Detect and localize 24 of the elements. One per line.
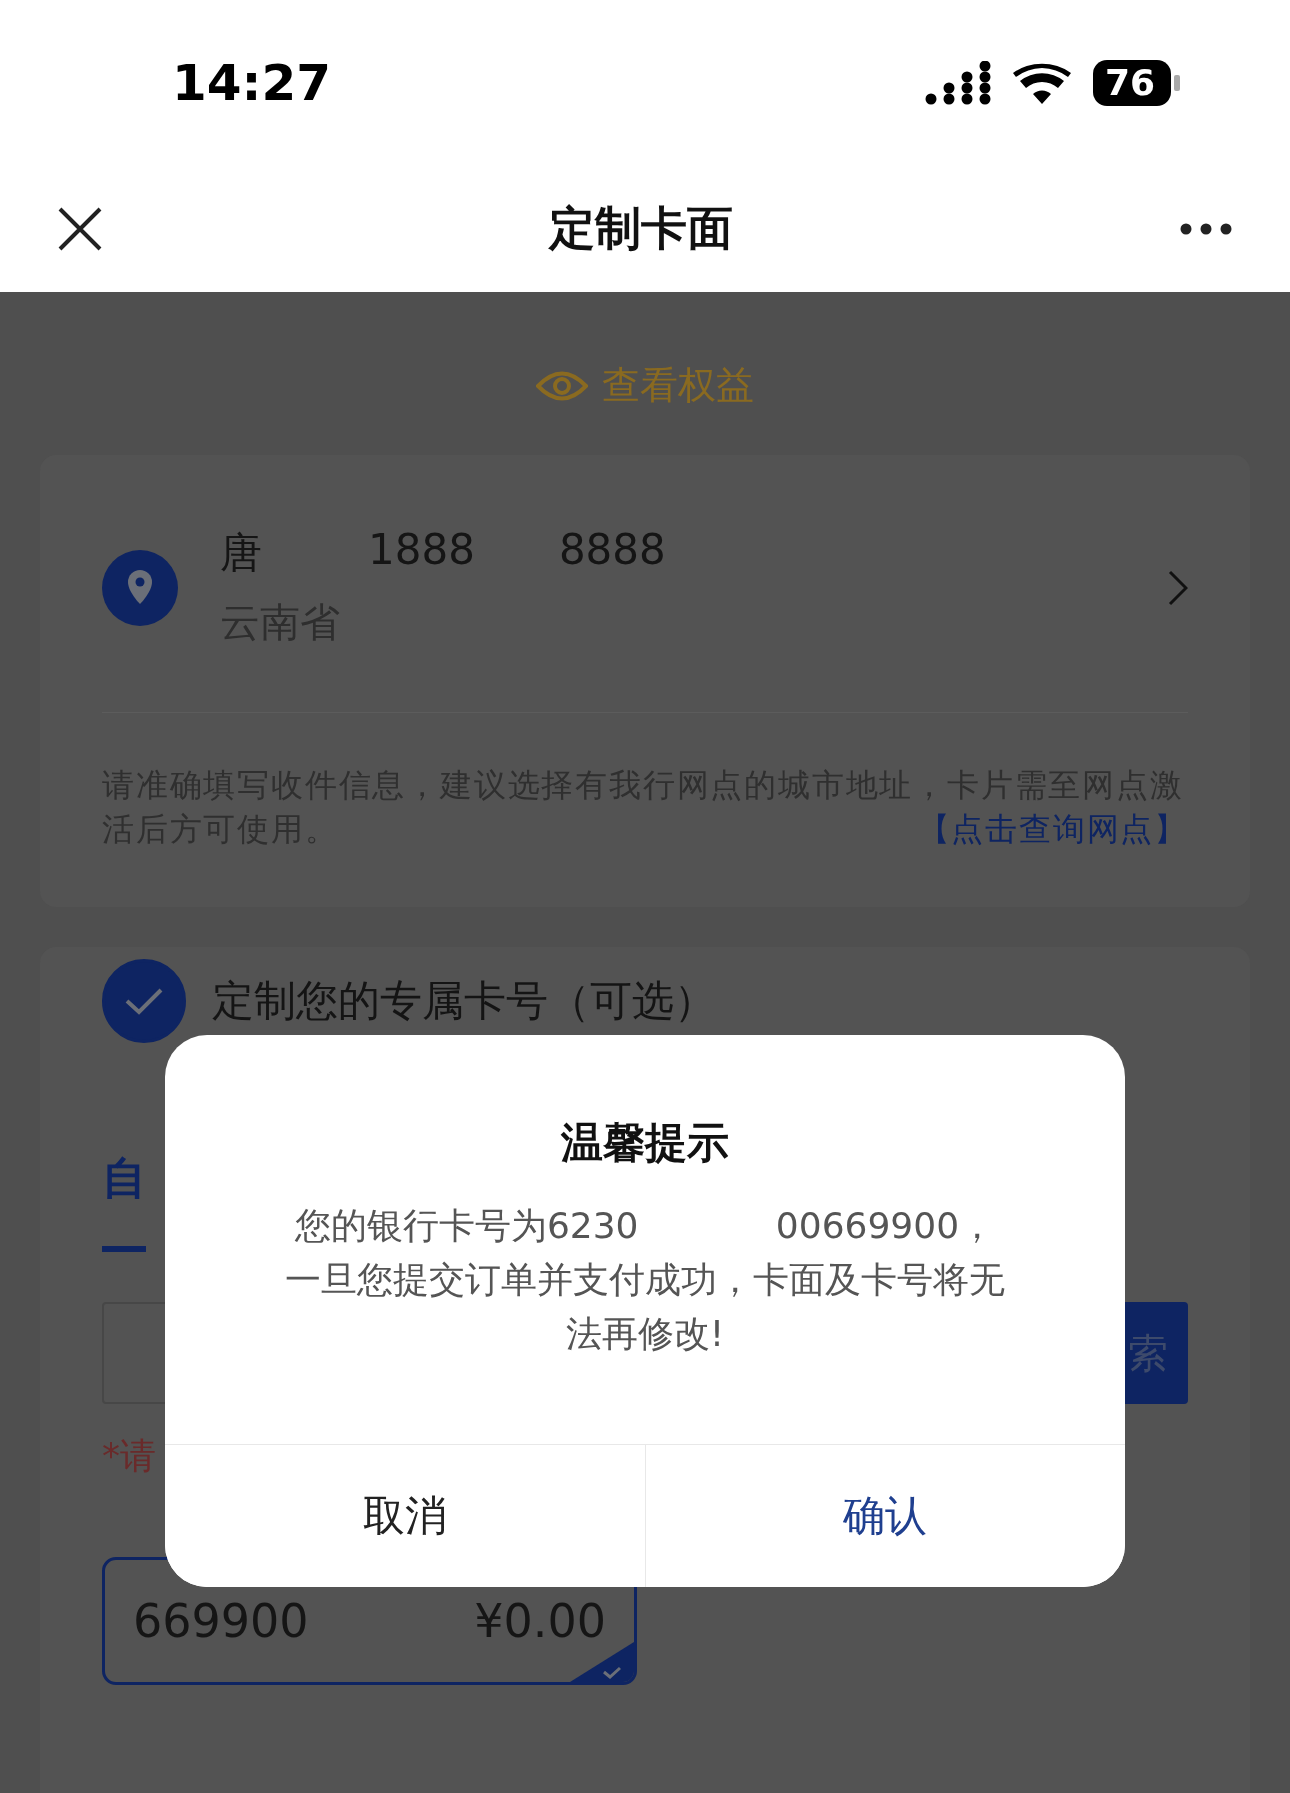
branch-query-link[interactable]: 【点击查询网点】 (917, 807, 1188, 851)
battery-tip-icon (1174, 74, 1180, 91)
wifi-icon (1012, 61, 1071, 104)
selected-check-icon (570, 1642, 634, 1682)
price: ¥0.00 (474, 1594, 606, 1648)
confirm-button[interactable]: 确认 (644, 1445, 1125, 1587)
location-pin-icon (102, 549, 178, 626)
section-title: 定制您的专属卡号（可选） (212, 975, 716, 1027)
more-icon[interactable] (1180, 222, 1232, 235)
close-icon[interactable] (58, 206, 102, 251)
phone-number: 1888 (368, 525, 475, 576)
status-time: 14:27 (172, 53, 332, 112)
dialog-message: 您的银行卡号为6230 00669900， 一旦您提交订单并支付成功，卡面及卡号将无 法再修改! (284, 1204, 1006, 1356)
battery-level: 76 (1092, 59, 1171, 106)
dialog-title: 温馨提示 (560, 1117, 730, 1169)
check-icon (124, 986, 164, 1016)
chevron-right-icon[interactable] (1168, 569, 1188, 606)
card-number: 669900 (133, 1594, 309, 1648)
phone-number: 8888 (558, 525, 666, 576)
recipient-name: 唐 (220, 527, 262, 579)
page-title: 定制卡面 (549, 199, 733, 257)
view-benefits-link[interactable]: 查看权益 (536, 360, 754, 411)
tab[interactable]: 自 (102, 1149, 146, 1252)
signal-icon (924, 60, 991, 105)
